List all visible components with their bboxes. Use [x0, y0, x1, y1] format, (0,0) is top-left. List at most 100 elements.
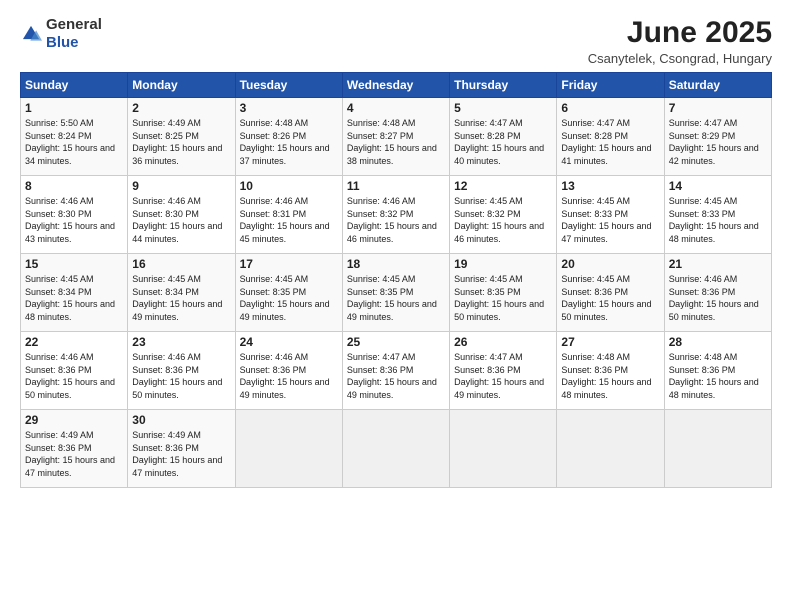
- day-number: 22: [25, 335, 123, 349]
- calendar-cell: 2 Sunrise: 4:49 AMSunset: 8:25 PMDaylight…: [128, 98, 235, 176]
- day-info: Sunrise: 4:46 AMSunset: 8:30 PMDaylight:…: [25, 195, 123, 245]
- day-number: 24: [240, 335, 338, 349]
- calendar-cell: [235, 410, 342, 488]
- calendar-cell: [342, 410, 449, 488]
- day-info: Sunrise: 4:47 AMSunset: 8:28 PMDaylight:…: [454, 117, 552, 167]
- day-number: 27: [561, 335, 659, 349]
- day-info: Sunrise: 4:45 AMSunset: 8:35 PMDaylight:…: [347, 273, 445, 323]
- header-sunday: Sunday: [21, 73, 128, 98]
- calendar-cell: 5 Sunrise: 4:47 AMSunset: 8:28 PMDaylight…: [450, 98, 557, 176]
- day-number: 15: [25, 257, 123, 271]
- day-info: Sunrise: 4:48 AMSunset: 8:26 PMDaylight:…: [240, 117, 338, 167]
- logo-general: General: [46, 16, 102, 33]
- calendar-cell: 21Sunrise: 4:46 AMSunset: 8:36 PMDayligh…: [664, 254, 771, 332]
- day-info: Sunrise: 4:46 AMSunset: 8:31 PMDaylight:…: [240, 195, 338, 245]
- day-info: Sunrise: 4:45 AMSunset: 8:32 PMDaylight:…: [454, 195, 552, 245]
- day-number: 23: [132, 335, 230, 349]
- calendar-cell: 11Sunrise: 4:46 AMSunset: 8:32 PMDayligh…: [342, 176, 449, 254]
- calendar-cell: 10 Sunrise: 4:46 AMSunset: 8:31 PMDayligh…: [235, 176, 342, 254]
- day-info: Sunrise: 4:46 AMSunset: 8:36 PMDaylight:…: [240, 351, 338, 401]
- calendar-cell: 17Sunrise: 4:45 AMSunset: 8:35 PMDayligh…: [235, 254, 342, 332]
- day-number: 2: [132, 101, 230, 115]
- day-number: 4: [347, 101, 445, 115]
- calendar-cell: 18 Sunrise: 4:45 AMSunset: 8:35 PMDayligh…: [342, 254, 449, 332]
- calendar-cell: 28 Sunrise: 4:48 AMSunset: 8:36 PMDayligh…: [664, 332, 771, 410]
- day-info: Sunrise: 4:45 AMSunset: 8:36 PMDaylight:…: [561, 273, 659, 323]
- day-info: Sunrise: 4:47 AMSunset: 8:36 PMDaylight:…: [347, 351, 445, 401]
- calendar-cell: 13Sunrise: 4:45 AMSunset: 8:33 PMDayligh…: [557, 176, 664, 254]
- day-number: 25: [347, 335, 445, 349]
- logo: General Blue: [20, 16, 102, 52]
- calendar-cell: [557, 410, 664, 488]
- calendar-cell: 7Sunrise: 4:47 AMSunset: 8:29 PMDaylight…: [664, 98, 771, 176]
- day-info: Sunrise: 4:48 AMSunset: 8:36 PMDaylight:…: [669, 351, 767, 401]
- week-row-0: 1 Sunrise: 5:50 AMSunset: 8:24 PMDaylight…: [21, 98, 772, 176]
- day-number: 16: [132, 257, 230, 271]
- page: General Blue June 2025 Csanytelek, Csong…: [0, 0, 792, 612]
- logo-icon: [20, 23, 42, 45]
- subtitle: Csanytelek, Csongrad, Hungary: [588, 51, 772, 66]
- calendar-cell: 12 Sunrise: 4:45 AMSunset: 8:32 PMDayligh…: [450, 176, 557, 254]
- calendar-cell: 30Sunrise: 4:49 AMSunset: 8:36 PMDayligh…: [128, 410, 235, 488]
- day-number: 12: [454, 179, 552, 193]
- day-number: 14: [669, 179, 767, 193]
- day-number: 1: [25, 101, 123, 115]
- day-info: Sunrise: 4:47 AMSunset: 8:36 PMDaylight:…: [454, 351, 552, 401]
- day-number: 13: [561, 179, 659, 193]
- day-info: Sunrise: 4:49 AMSunset: 8:25 PMDaylight:…: [132, 117, 230, 167]
- header-friday: Friday: [557, 73, 664, 98]
- calendar-cell: 16 Sunrise: 4:45 AMSunset: 8:34 PMDayligh…: [128, 254, 235, 332]
- day-info: Sunrise: 4:45 AMSunset: 8:34 PMDaylight:…: [132, 273, 230, 323]
- week-row-1: 8Sunrise: 4:46 AMSunset: 8:30 PMDaylight…: [21, 176, 772, 254]
- day-number: 10: [240, 179, 338, 193]
- calendar-cell: 4 Sunrise: 4:48 AMSunset: 8:27 PMDaylight…: [342, 98, 449, 176]
- calendar-cell: 8Sunrise: 4:46 AMSunset: 8:30 PMDaylight…: [21, 176, 128, 254]
- calendar-cell: 1 Sunrise: 5:50 AMSunset: 8:24 PMDaylight…: [21, 98, 128, 176]
- logo-text: General Blue: [46, 16, 102, 52]
- day-number: 18: [347, 257, 445, 271]
- week-row-2: 15 Sunrise: 4:45 AMSunset: 8:34 PMDayligh…: [21, 254, 772, 332]
- day-number: 26: [454, 335, 552, 349]
- header-tuesday: Tuesday: [235, 73, 342, 98]
- week-row-3: 22 Sunrise: 4:46 AMSunset: 8:36 PMDayligh…: [21, 332, 772, 410]
- header-wednesday: Wednesday: [342, 73, 449, 98]
- week-row-4: 29Sunrise: 4:49 AMSunset: 8:36 PMDayligh…: [21, 410, 772, 488]
- day-info: Sunrise: 5:50 AMSunset: 8:24 PMDaylight:…: [25, 117, 123, 167]
- day-info: Sunrise: 4:46 AMSunset: 8:32 PMDaylight:…: [347, 195, 445, 245]
- logo-blue: Blue: [46, 34, 79, 51]
- calendar-cell: [664, 410, 771, 488]
- day-info: Sunrise: 4:46 AMSunset: 8:30 PMDaylight:…: [132, 195, 230, 245]
- header-thursday: Thursday: [450, 73, 557, 98]
- calendar-cell: 19 Sunrise: 4:45 AMSunset: 8:35 PMDayligh…: [450, 254, 557, 332]
- calendar-cell: 24 Sunrise: 4:46 AMSunset: 8:36 PMDayligh…: [235, 332, 342, 410]
- day-info: Sunrise: 4:46 AMSunset: 8:36 PMDaylight:…: [25, 351, 123, 401]
- day-info: Sunrise: 4:45 AMSunset: 8:35 PMDaylight:…: [454, 273, 552, 323]
- calendar-cell: 6 Sunrise: 4:47 AMSunset: 8:28 PMDaylight…: [557, 98, 664, 176]
- day-number: 5: [454, 101, 552, 115]
- day-number: 9: [132, 179, 230, 193]
- day-info: Sunrise: 4:47 AMSunset: 8:28 PMDaylight:…: [561, 117, 659, 167]
- calendar-header: SundayMondayTuesdayWednesdayThursdayFrid…: [21, 73, 772, 98]
- day-info: Sunrise: 4:46 AMSunset: 8:36 PMDaylight:…: [132, 351, 230, 401]
- calendar-cell: 9 Sunrise: 4:46 AMSunset: 8:30 PMDaylight…: [128, 176, 235, 254]
- day-info: Sunrise: 4:48 AMSunset: 8:27 PMDaylight:…: [347, 117, 445, 167]
- calendar-cell: 29Sunrise: 4:49 AMSunset: 8:36 PMDayligh…: [21, 410, 128, 488]
- day-number: 19: [454, 257, 552, 271]
- day-number: 28: [669, 335, 767, 349]
- day-number: 3: [240, 101, 338, 115]
- calendar-cell: 22 Sunrise: 4:46 AMSunset: 8:36 PMDayligh…: [21, 332, 128, 410]
- header-saturday: Saturday: [664, 73, 771, 98]
- calendar-cell: 20Sunrise: 4:45 AMSunset: 8:36 PMDayligh…: [557, 254, 664, 332]
- calendar-cell: [450, 410, 557, 488]
- title-area: June 2025 Csanytelek, Csongrad, Hungary: [588, 16, 772, 66]
- day-number: 30: [132, 413, 230, 427]
- header-row: General Blue June 2025 Csanytelek, Csong…: [20, 16, 772, 66]
- day-info: Sunrise: 4:45 AMSunset: 8:35 PMDaylight:…: [240, 273, 338, 323]
- header-row-days: SundayMondayTuesdayWednesdayThursdayFrid…: [21, 73, 772, 98]
- header-monday: Monday: [128, 73, 235, 98]
- calendar-cell: 14Sunrise: 4:45 AMSunset: 8:33 PMDayligh…: [664, 176, 771, 254]
- calendar-cell: 15Sunrise: 4:45 AMSunset: 8:34 PMDayligh…: [21, 254, 128, 332]
- calendar-cell: 3 Sunrise: 4:48 AMSunset: 8:26 PMDaylight…: [235, 98, 342, 176]
- calendar-cell: 23 Sunrise: 4:46 AMSunset: 8:36 PMDayligh…: [128, 332, 235, 410]
- day-number: 6: [561, 101, 659, 115]
